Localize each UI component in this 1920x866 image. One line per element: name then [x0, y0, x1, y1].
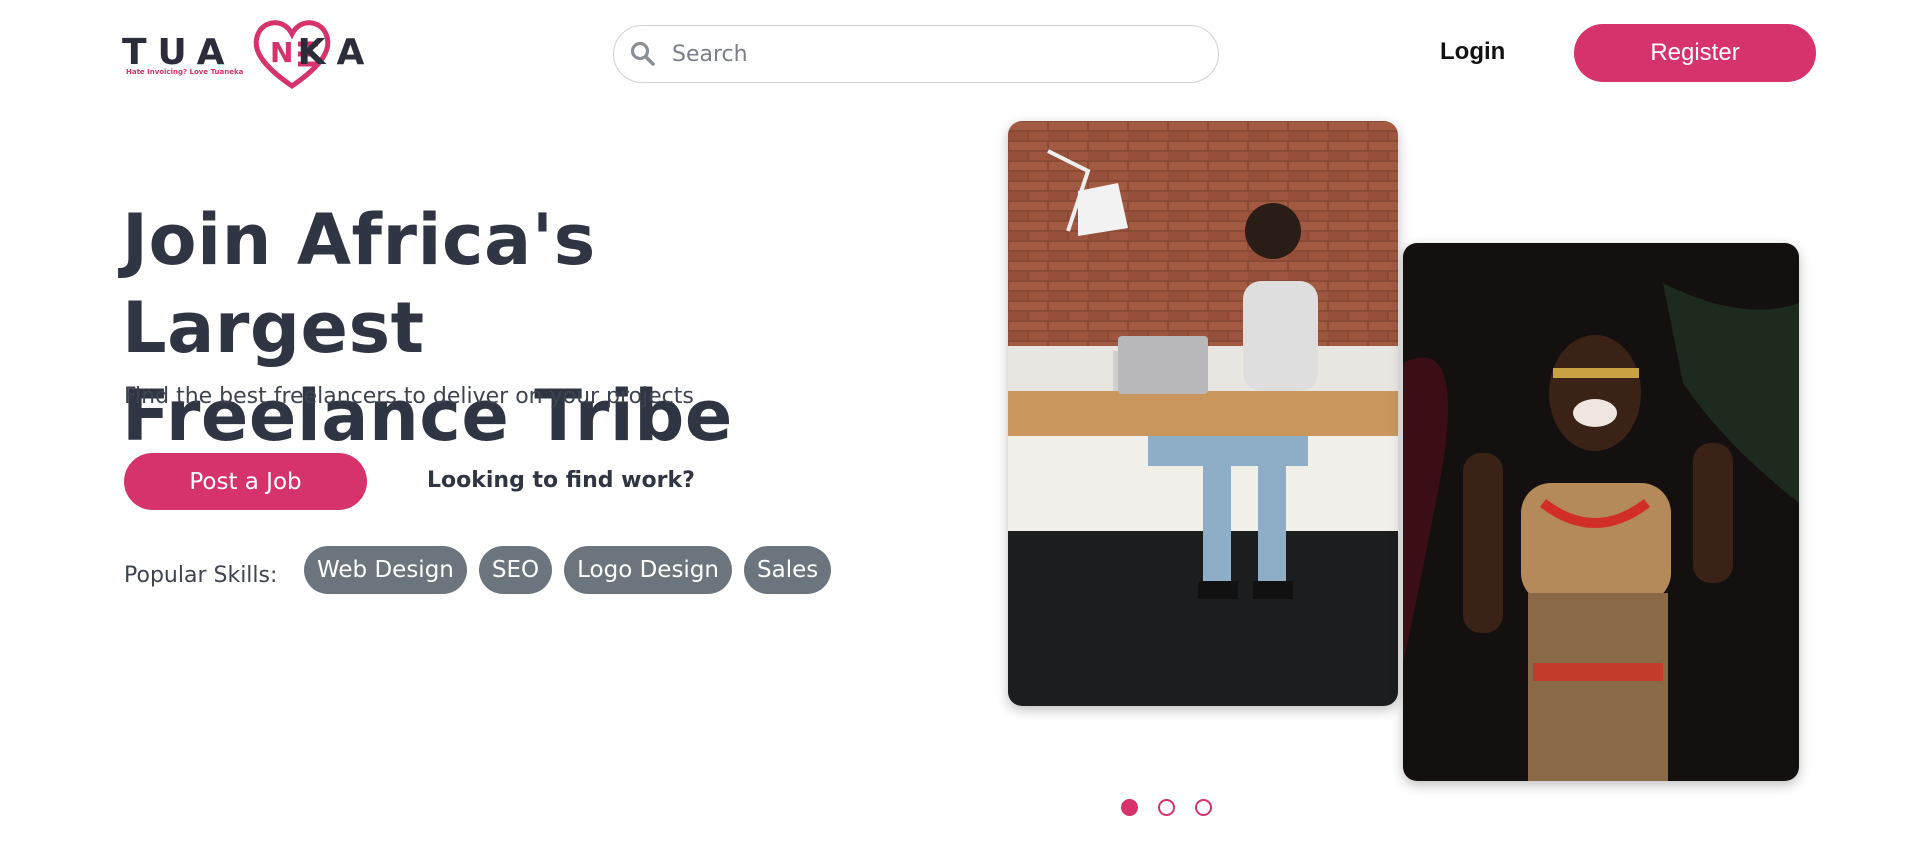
register-button[interactable]: Register [1574, 24, 1816, 82]
logo-text-left: TUA [122, 32, 236, 73]
carousel-dot-1[interactable] [1121, 799, 1138, 816]
carousel-dot-2[interactable] [1158, 799, 1175, 816]
popular-skills-list: Web Design SEO Logo Design Sales [304, 546, 832, 594]
skill-chip-logo-design[interactable]: Logo Design [564, 546, 732, 594]
brand-logo[interactable]: N TUA KA Hate Invoicing? Love Tuaneka [122, 16, 372, 92]
skill-chip-web-design[interactable]: Web Design [304, 546, 467, 594]
post-job-button[interactable]: Post a Job [124, 453, 367, 510]
popular-skills-label: Popular Skills: [124, 563, 278, 588]
hero-image-freelancer-smiling [1403, 243, 1799, 781]
login-link[interactable]: Login [1440, 38, 1505, 66]
hero-subtitle: Find the best freelancers to deliver on … [124, 384, 694, 409]
logo-text-right: KA [297, 32, 376, 73]
find-work-link[interactable]: Looking to find work? [427, 468, 695, 493]
logo-wordmark: TUA KA [122, 32, 375, 73]
carousel-indicators [1121, 799, 1212, 816]
search-input[interactable] [672, 41, 1172, 67]
hero-title: Join Africa's Largest Freelance Tribe [122, 196, 842, 460]
skill-chip-sales[interactable]: Sales [744, 546, 832, 594]
search-bar[interactable] [613, 25, 1219, 83]
carousel-dot-3[interactable] [1195, 799, 1212, 816]
logo-tagline: Hate Invoicing? Love Tuaneka [126, 68, 244, 76]
search-icon [630, 41, 655, 66]
hero-title-line-1: Join Africa's Largest [122, 199, 596, 369]
hero-image-freelancer-laptop [1008, 121, 1398, 706]
skill-chip-seo[interactable]: SEO [478, 546, 553, 594]
